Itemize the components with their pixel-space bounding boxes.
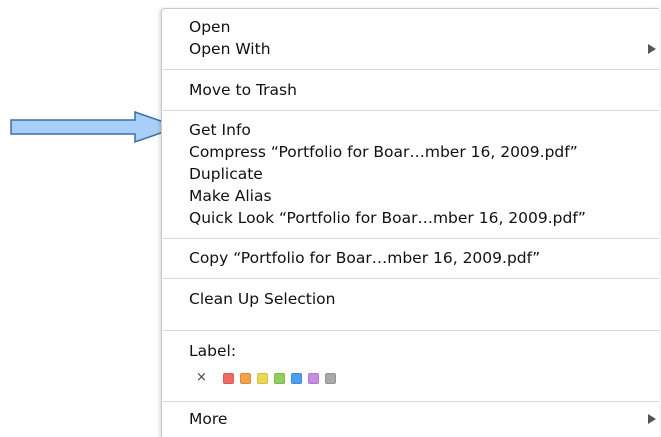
context-menu: Open Open With Move to Trash Get Info Co… <box>161 8 659 437</box>
menu-item-more-label: More <box>189 410 228 428</box>
menu-item-quick-look[interactable]: Quick Look “Portfolio for Boar…mber 16, … <box>189 207 659 229</box>
label-red-swatch[interactable] <box>223 372 234 384</box>
label-gray-swatch[interactable] <box>325 372 336 384</box>
label-orange-swatch[interactable] <box>240 372 251 384</box>
menu-item-copy[interactable]: Copy “Portfolio for Boar…mber 16, 2009.p… <box>189 247 659 269</box>
label-heading: Label: <box>189 342 237 360</box>
menu-item-more[interactable]: More <box>189 408 659 430</box>
menu-separator <box>163 110 659 111</box>
menu-item-duplicate[interactable]: Duplicate <box>189 163 659 185</box>
label-purple-swatch[interactable] <box>308 372 319 384</box>
menu-item-get-info[interactable]: Get Info <box>189 119 659 141</box>
menu-item-compress[interactable]: Compress “Portfolio for Boar…mber 16, 20… <box>189 141 659 163</box>
menu-separator <box>163 401 659 402</box>
menu-separator <box>163 330 659 331</box>
label-yellow-swatch[interactable] <box>257 372 268 384</box>
submenu-arrow-icon <box>648 414 656 424</box>
menu-item-make-alias[interactable]: Make Alias <box>189 185 659 207</box>
submenu-arrow-icon <box>648 44 656 54</box>
label-color-row: × <box>196 370 342 386</box>
menu-item-open-with[interactable]: Open With <box>189 38 659 60</box>
callout-arrow <box>10 111 180 144</box>
menu-item-clean-up-selection[interactable]: Clean Up Selection <box>189 288 659 310</box>
menu-separator <box>163 278 659 279</box>
menu-item-open[interactable]: Open <box>189 16 659 38</box>
label-blue-swatch[interactable] <box>291 372 302 384</box>
menu-separator <box>163 238 659 239</box>
label-none-icon[interactable]: × <box>196 371 212 385</box>
menu-separator <box>163 69 659 70</box>
menu-item-open-with-label: Open With <box>189 40 271 58</box>
label-green-swatch[interactable] <box>274 372 285 384</box>
menu-item-move-to-trash[interactable]: Move to Trash <box>189 79 659 101</box>
